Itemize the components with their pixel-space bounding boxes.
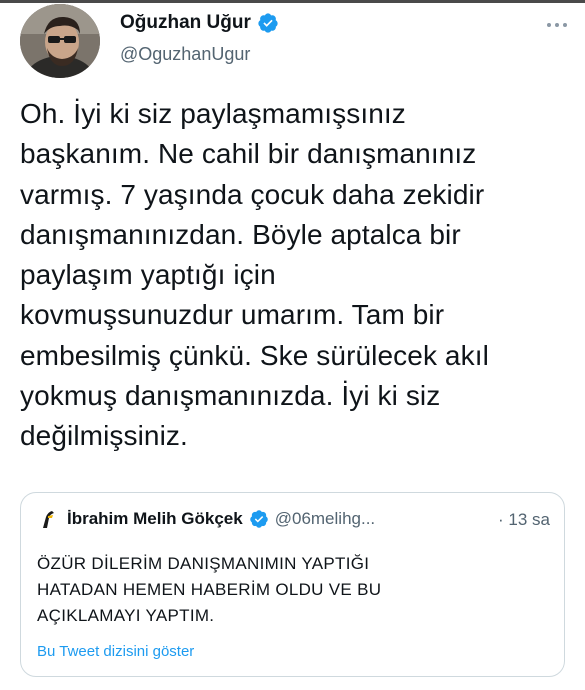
author-info: Oğuzhan Uğur @OguzhanUgur bbox=[120, 10, 279, 65]
quoted-avatar[interactable] bbox=[37, 508, 59, 530]
tweet-text: Oh. İyi ki siz paylaşmamışsınız başkanım… bbox=[20, 98, 489, 452]
verified-badge-icon bbox=[249, 510, 268, 528]
quoted-tweet[interactable]: İbrahim Melih Gökçek @06melihg... · 13 s… bbox=[20, 492, 565, 677]
quoted-display-name[interactable]: İbrahim Melih Gökçek bbox=[67, 509, 243, 529]
quoted-timestamp[interactable]: · 13 sa bbox=[498, 510, 550, 530]
more-dots-icon[interactable] bbox=[544, 12, 570, 38]
quoted-tweet-text: ÖZÜR DİLERİM DANIŞMANIMIN YAPTIĞI HATADA… bbox=[37, 554, 382, 625]
author-display-name[interactable]: Oğuzhan Uğur bbox=[120, 12, 251, 34]
avatar[interactable] bbox=[20, 4, 100, 78]
quoted-tweet-header: İbrahim Melih Gökçek @06melihg... bbox=[37, 507, 375, 531]
tweet-header: Oğuzhan Uğur @OguzhanUgur bbox=[20, 4, 570, 78]
quoted-handle[interactable]: @06melihg... bbox=[275, 509, 375, 529]
author-handle[interactable]: @OguzhanUgur bbox=[120, 44, 279, 65]
show-thread-link[interactable]: Bu Tweet dizisini göster bbox=[37, 643, 194, 660]
name-row: Oğuzhan Uğur bbox=[120, 10, 279, 36]
profile-photo-icon bbox=[20, 4, 100, 78]
top-divider bbox=[0, 0, 585, 3]
verified-badge-icon bbox=[258, 13, 278, 33]
party-logo-icon bbox=[37, 508, 59, 530]
